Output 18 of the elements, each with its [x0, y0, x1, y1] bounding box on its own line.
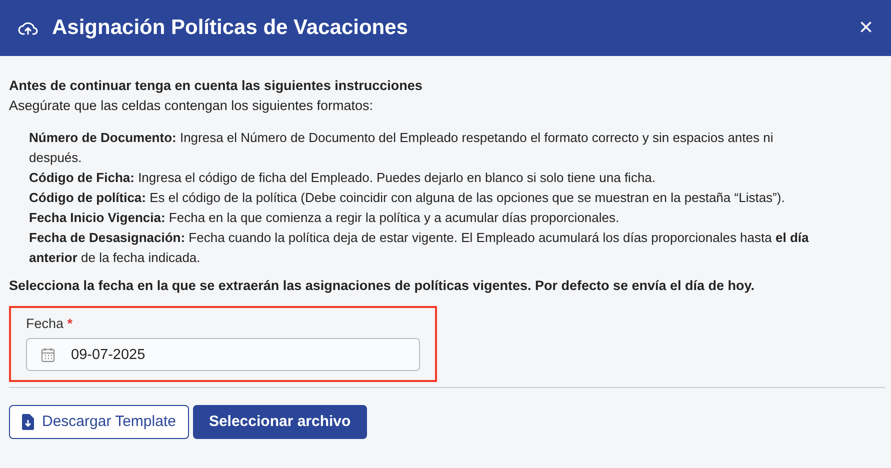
select-file-button[interactable]: Seleccionar archivo [192, 405, 367, 439]
instruction-text: Número de Documento: Ingresa el Número de Documento del Empleado respetando el formato correcto y sin espacios antes ni después. [29, 129, 774, 167]
date-note: Selecciona la fecha en la que se extraerán las asignaciones de políticas vigentes. Por defecto se envía el día de hoy. [9, 277, 756, 295]
field-label: Fecha [26, 316, 64, 331]
instruction-text: Fecha Inicio Vigencia: Fecha en la que comienza a regir la política y a acumular días proporcionales. [29, 209, 620, 227]
close-button[interactable]: × [858, 16, 873, 40]
date-field[interactable]: 09-07-2025 [26, 338, 420, 371]
instruction-text: Fecha de Desasignación: Fecha cuando la política deja de estar vigente. El Empleado acumulará los días proporcionales hasta el día anterior de la fecha indicada. [29, 229, 810, 267]
file-download-icon [22, 414, 34, 430]
instructions-subheading: Asegúrate que las celdas contengan los siguientes formatos: [9, 97, 374, 115]
download-template-button[interactable]: Descargar Template [9, 405, 189, 439]
dialog-title: Asignación Políticas de Vacaciones [52, 15, 408, 42]
cloud-upload-icon [18, 20, 38, 36]
instruction-text: Código de Ficha: Ingresa el código de ficha del Empleado. Puedes dejarlo en blanco si solo tiene una ficha. [29, 169, 657, 187]
required-mark: * [67, 316, 73, 331]
instructions-heading: Antes de continuar tenga en cuenta las siguientes instrucciones [9, 77, 424, 95]
instruction-text: Código de política: Es el código de la política (Debe coincidir con alguna de las opciones que se muestran en la pestaña “Listas”). [29, 189, 786, 207]
calendar-icon [41, 346, 55, 362]
